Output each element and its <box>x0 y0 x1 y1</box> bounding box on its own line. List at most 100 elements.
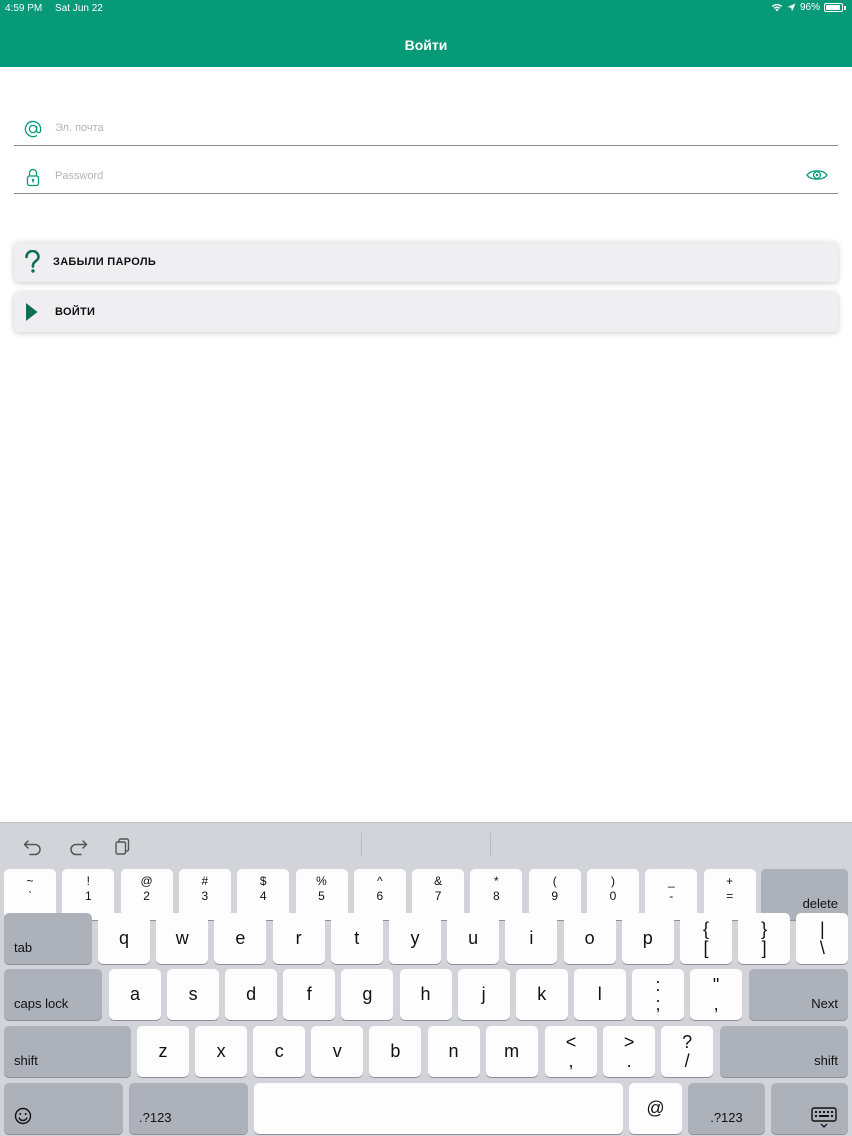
key-label-top: ! <box>86 874 90 888</box>
key-label-top: > <box>623 1032 635 1052</box>
key-a[interactable]: a <box>109 969 161 1020</box>
question-mark-icon <box>25 250 40 273</box>
key-v[interactable]: v <box>311 1026 364 1077</box>
key-label: r <box>295 928 302 948</box>
forgot-password-button[interactable]: ЗАБЫЛИ ПАРОЛЬ <box>14 242 838 282</box>
key-label-top: @ <box>140 874 153 888</box>
password-input[interactable] <box>55 166 795 186</box>
key-t[interactable]: t <box>330 913 383 964</box>
key-label: k <box>537 984 547 1004</box>
key-symbol[interactable]: >. <box>603 1026 656 1077</box>
key-label-bottom: 3 <box>201 889 209 903</box>
key-symbol[interactable]: | \ <box>796 913 849 964</box>
key-u[interactable]: u <box>447 913 500 964</box>
paste-icon[interactable] <box>112 836 134 856</box>
key-k[interactable]: k <box>515 969 568 1020</box>
numbers-key-right[interactable]: .?123 <box>688 1083 765 1134</box>
key-label-top: ~ <box>26 874 34 888</box>
key-b[interactable]: b <box>369 1026 422 1077</box>
login-label: ВОЙТИ <box>55 306 96 318</box>
key-label-bottom: [ <box>703 938 709 958</box>
app-header: 4:59 PM Sat Jun 22 96% Войти <box>0 0 852 67</box>
key-symbol[interactable]: }] <box>738 913 791 964</box>
login-button[interactable]: ВОЙТИ <box>14 292 838 332</box>
key-label: z <box>158 1041 168 1061</box>
key-p[interactable]: p <box>621 913 674 964</box>
key-l[interactable]: l <box>573 969 626 1020</box>
eye-icon[interactable] <box>806 167 828 183</box>
key-label-bottom: 2 <box>143 889 150 903</box>
key-label: t <box>354 928 360 948</box>
key-c[interactable]: c <box>253 1026 306 1077</box>
key-h[interactable]: h <box>399 969 452 1020</box>
key-q[interactable]: q <box>98 913 150 964</box>
key-label: o <box>584 928 595 948</box>
hide-keyboard-key[interactable] <box>771 1083 848 1134</box>
key-label: e <box>235 928 246 948</box>
key-label-bottom: , <box>713 994 719 1014</box>
key-s[interactable]: s <box>167 969 220 1020</box>
key-symbol[interactable]: ? / <box>661 1026 714 1077</box>
key-label-bottom: ] <box>761 938 767 958</box>
key-f[interactable]: f <box>283 969 336 1020</box>
key-g[interactable]: g <box>341 969 394 1020</box>
key-label-top: ^ <box>376 874 383 888</box>
numbers-key-left[interactable]: .?123 <box>129 1083 248 1134</box>
caps-lock-key[interactable]: caps lock <box>4 969 102 1020</box>
status-bar: 4:59 PM Sat Jun 22 96% <box>0 0 852 18</box>
undo-icon[interactable] <box>22 836 44 856</box>
key-label-top: : <box>655 975 661 995</box>
numbers-label: .?123 <box>710 1110 743 1125</box>
key-label-bottom: \ <box>819 938 825 958</box>
key-label-bottom: 6 <box>376 889 384 903</box>
key-r[interactable]: r <box>272 913 325 964</box>
emoji-key[interactable] <box>4 1083 123 1134</box>
emoji-icon <box>14 1107 32 1125</box>
key-label: i <box>529 928 534 948</box>
shift-right-key[interactable]: shift <box>720 1026 848 1077</box>
key-label-bottom: , <box>568 1051 574 1071</box>
key-label-bottom: ; <box>655 994 661 1014</box>
on-screen-keyboard: ~ `! 1 @2 #3 $4% 5 ^ 6 & 7 * 8(9) 0 _ - + = delete tab q w e r t… <box>0 822 852 1136</box>
key-w[interactable]: w <box>156 913 209 964</box>
key-z[interactable]: z <box>137 1026 189 1077</box>
key-j[interactable]: j <box>457 969 510 1020</box>
email-input[interactable] <box>55 118 795 138</box>
tab-key[interactable]: tab <box>4 913 92 964</box>
key-label-bottom: . <box>626 1051 632 1071</box>
key-label: p <box>642 928 653 948</box>
key-label-bottom: 0 <box>609 889 617 903</box>
key-o[interactable]: o <box>563 913 616 964</box>
key-label: j <box>481 984 486 1004</box>
key-label: g <box>362 984 373 1004</box>
key-symbol[interactable]: ", <box>690 969 743 1020</box>
key-label: l <box>597 984 602 1004</box>
redo-icon[interactable] <box>67 836 89 856</box>
key-y[interactable]: y <box>389 913 441 964</box>
key-symbol[interactable]: <, <box>545 1026 597 1077</box>
key-label-top: < <box>565 1032 577 1052</box>
shift-left-key[interactable]: shift <box>4 1026 131 1077</box>
key-label: b <box>390 1041 401 1061</box>
next-key[interactable]: Next <box>749 969 848 1020</box>
key-m[interactable]: m <box>485 1026 538 1077</box>
key-label: h <box>420 984 431 1004</box>
key-symbol[interactable]: {[ <box>680 913 732 964</box>
key-label-bottom: = <box>726 889 734 903</box>
key-d[interactable]: d <box>225 969 278 1020</box>
space-bar[interactable] <box>254 1083 623 1134</box>
key-symbol[interactable]: :; <box>632 969 684 1020</box>
key-label: v <box>332 1041 342 1061</box>
key-e[interactable]: e <box>214 913 267 964</box>
shift-label: shift <box>14 1053 38 1068</box>
play-arrow-icon <box>26 303 38 321</box>
key-label-bottom: ` <box>28 889 32 903</box>
key-n[interactable]: n <box>427 1026 480 1077</box>
at-key[interactable]: @ <box>629 1083 682 1134</box>
key-i[interactable]: i <box>505 913 558 964</box>
key-x[interactable]: x <box>195 1026 248 1077</box>
key-label-bottom: 1 <box>84 889 92 903</box>
numbers-label: .?123 <box>139 1110 172 1125</box>
password-field <box>14 154 838 194</box>
at-sign-icon <box>24 120 42 138</box>
